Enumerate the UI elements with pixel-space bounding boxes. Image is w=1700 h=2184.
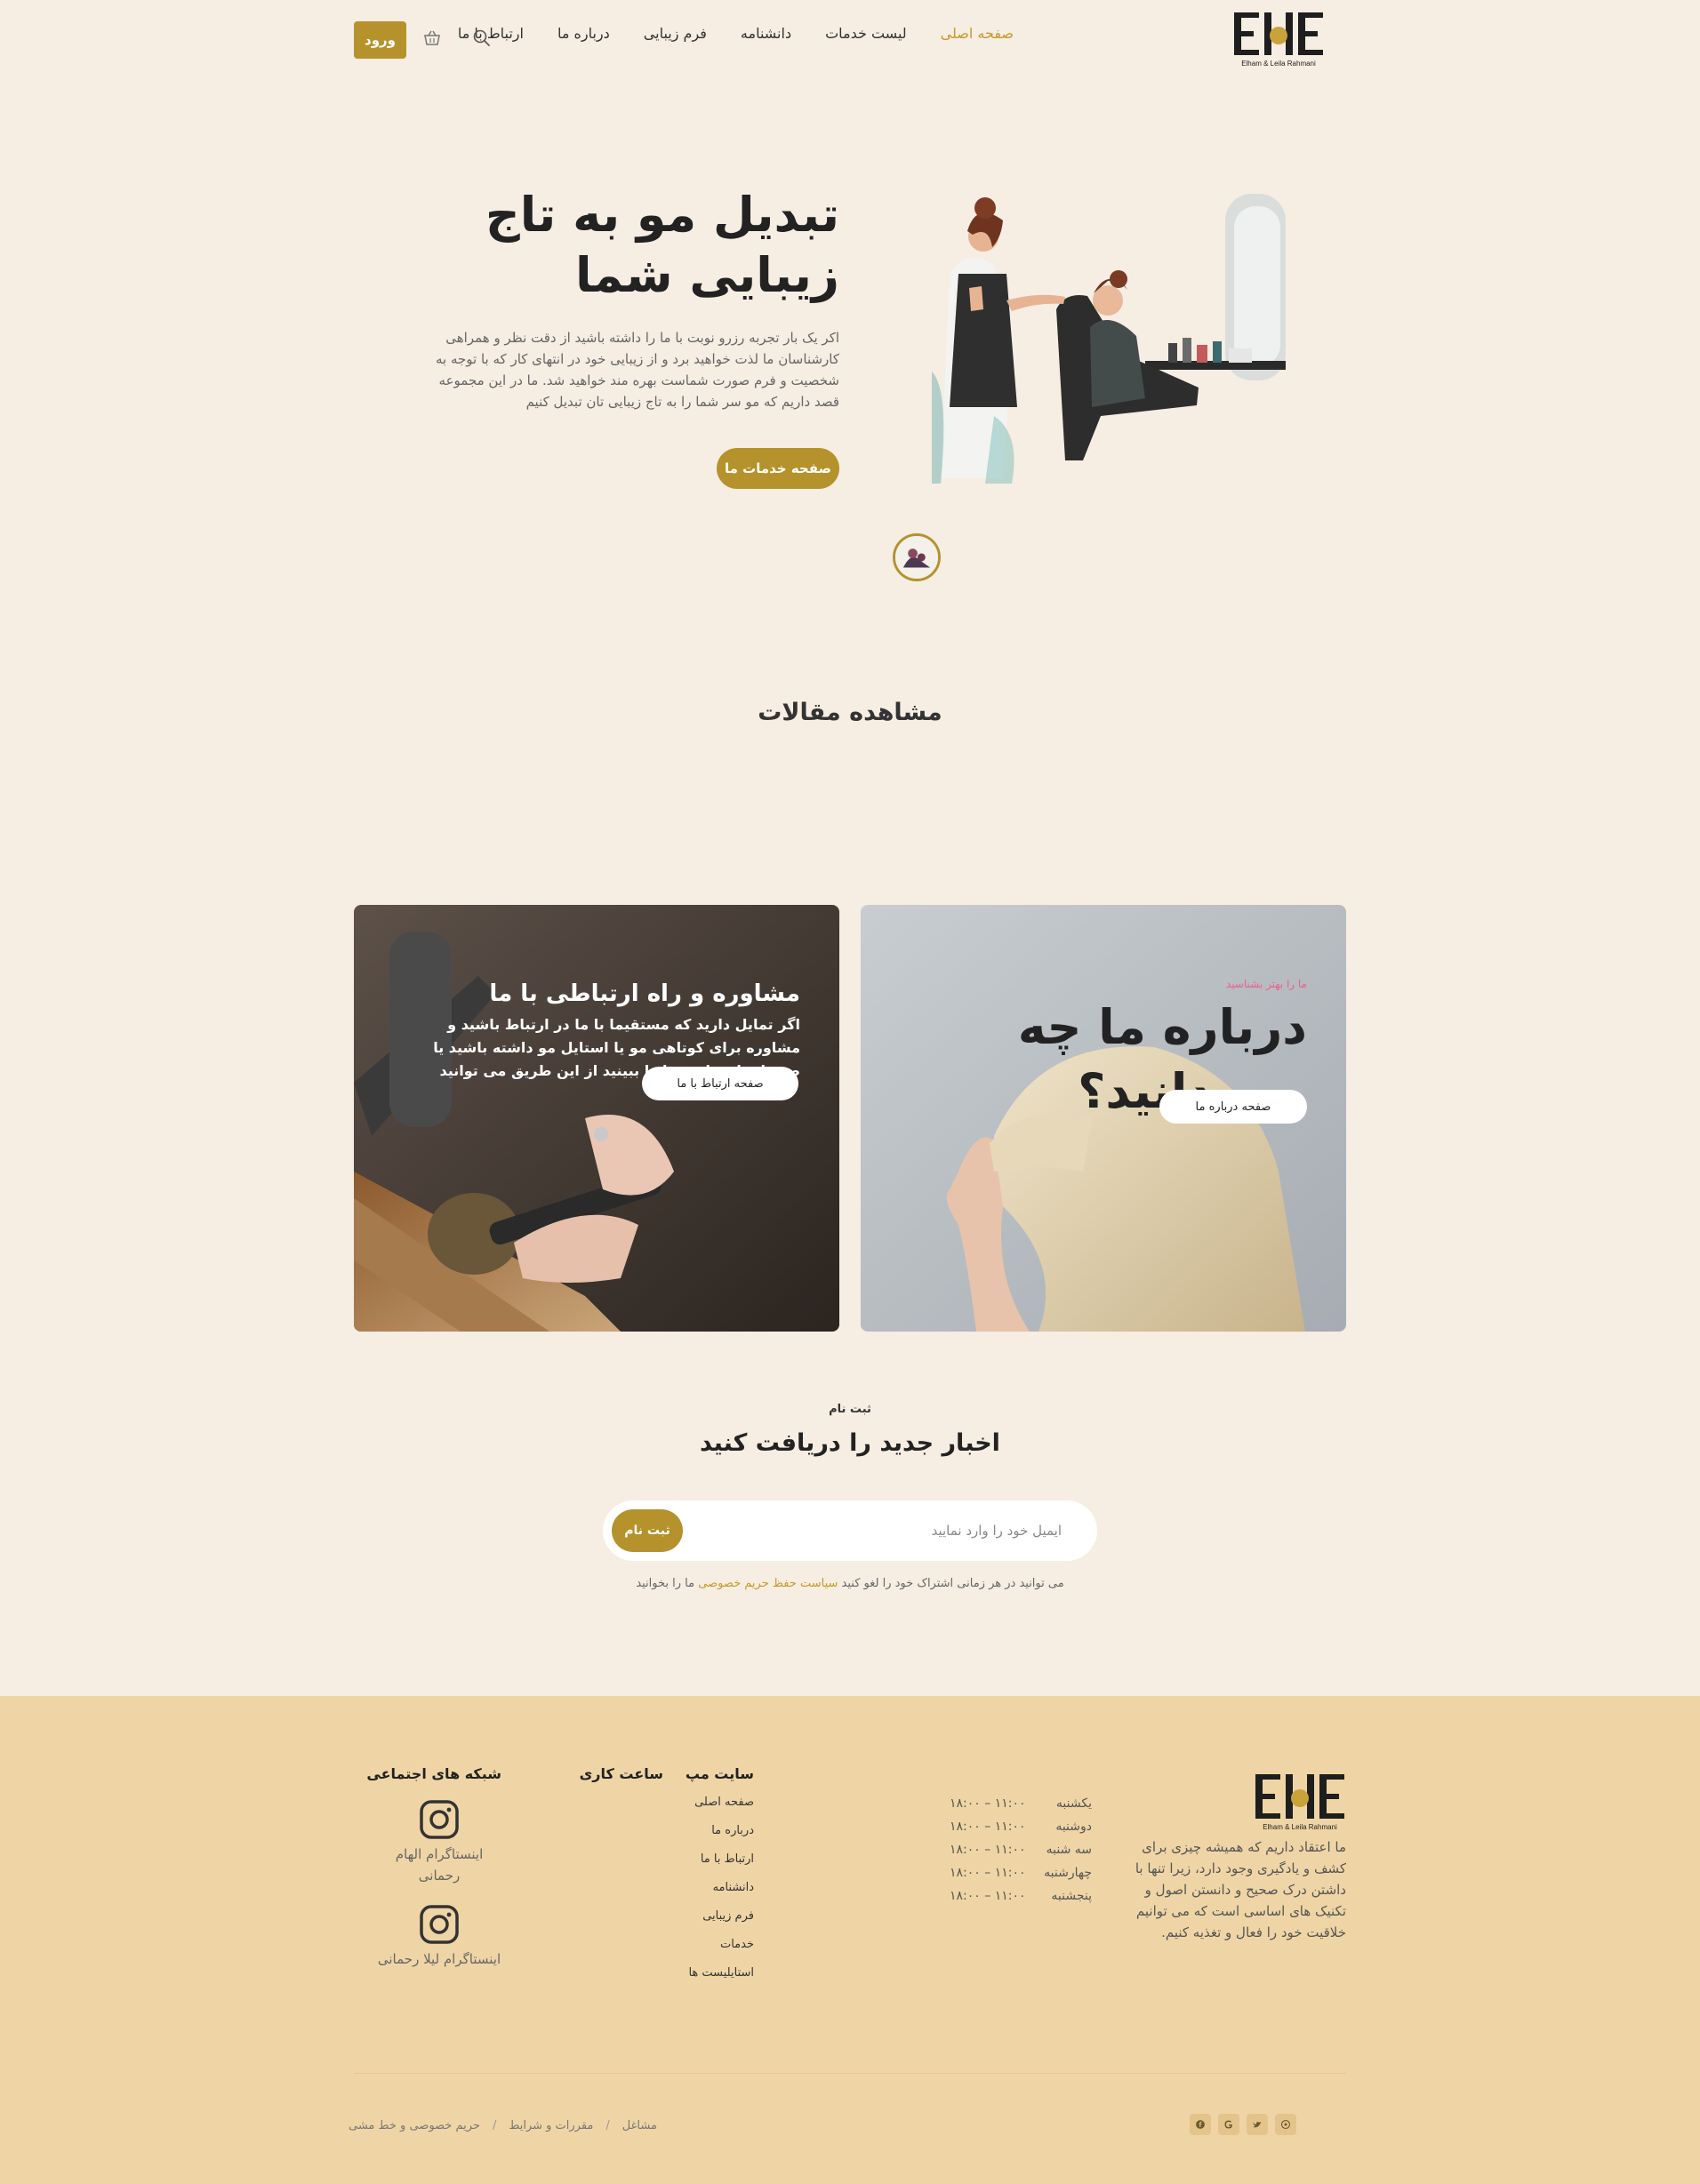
footer-hours-title: ساعت کاری [579,1765,663,1782]
footer-logo[interactable]: Elham & Leila Rahmani [1254,1771,1346,1833]
hero-illustration [932,194,1286,484]
privacy-policy-link[interactable]: سیاست حفظ حریم خصوصی [698,1577,838,1590]
instagram-leila[interactable]: اینستاگرام لیلا رحمانی [377,1904,501,1970]
footer-divider [354,2073,1346,2074]
separator: / [492,2119,497,2132]
sitemap-about[interactable]: درباره ما [647,1817,754,1845]
facebook-icon[interactable] [1190,2114,1211,2135]
hero-title: تبدیل مو به تاج زیبایی شما [466,185,839,306]
about-card-subtitle: ما را بهتر بشناسید [1225,978,1307,990]
footer-about-text: ما اعتقاد داریم که همیشه چیزی برای کشف و… [1135,1839,1346,1940]
site-footer: Elham & Leila Rahmani ما اعتقاد داریم که… [0,1696,1700,2184]
hours-day: سه شنبه [1046,1843,1092,1857]
contact-card-content: مشاوره و راه ارتباطی با ما اگر تمایل دار… [391,905,839,1083]
brand-logo[interactable]: Elham & Leila Rahmani [1232,9,1325,69]
nav-about[interactable]: درباره ما [557,25,610,42]
separator: / [605,2119,610,2132]
hours-row: دوشنبه ۱۱:۰۰ – ۱۸:۰۰ [950,1815,1092,1838]
hours-row: یکشنبه ۱۱:۰۰ – ۱۸:۰۰ [950,1792,1092,1815]
login-button[interactable]: ورود [354,21,406,59]
sitemap-encyclopedia[interactable]: دانشنامه [647,1874,754,1902]
sitemap-services[interactable]: خدمات [647,1931,754,1959]
hours-day: پنجشنبه [1051,1889,1092,1903]
newsletter-kicker: ثبت نام [829,1403,871,1416]
hours-day: چهارشنبه [1044,1866,1092,1880]
instagram-elham-label: اینستاگرام الهام رحمانی [395,1846,484,1884]
stylist-avatar[interactable] [893,533,941,581]
svg-text:Elham & Leila Rahmani: Elham & Leila Rahmani [1263,1823,1337,1831]
newsletter-form: ثبت نام [603,1500,1097,1561]
hero-title-line-1: تبدیل مو به تاج [485,187,839,243]
newsletter-note: می توانید در هر زمانی اشتراک خود را لغو … [0,1577,1700,1590]
footer-social-icons [1190,2114,1296,2135]
github-icon[interactable] [1275,2114,1296,2135]
hero-title-line-2: زیبایی شما [575,247,839,303]
hours-time: ۱۱:۰۰ – ۱۸:۰۰ [950,1820,1026,1834]
basket-icon[interactable] [421,28,443,49]
nav-services[interactable]: لیست خدمات [825,25,907,42]
newsletter-title: اخبار جدید را دریافت کنید [700,1429,1000,1457]
sitemap-contact[interactable]: ارتباط با ما [647,1845,754,1874]
footer-bottom-links: حریم خصوصی و خط مشی / مقررات و شرایط / م… [349,2119,657,2132]
hours-row: سه شنبه ۱۱:۰۰ – ۱۸:۰۰ [950,1838,1092,1861]
privacy-link[interactable]: حریم خصوصی و خط مشی [349,2119,480,2132]
sitemap-home[interactable]: صفحه اصلی [647,1788,754,1817]
instagram-leila-label: اینستاگرام لیلا رحمانی [377,1951,501,1967]
hero-description: اکر یک بار تجربه رزرو نوبت با ما را داشت… [436,330,839,410]
hours-day: دوشنبه [1055,1820,1092,1834]
hours-time: ۱۱:۰۰ – ۱۸:۰۰ [950,1796,1026,1811]
instagram-elham[interactable]: اینستاگرام الهام رحمانی [377,1799,501,1886]
hours-time: ۱۱:۰۰ – ۱۸:۰۰ [950,1866,1026,1880]
careers-link[interactable]: مشاغل [622,2119,657,2132]
google-icon[interactable] [1218,2114,1239,2135]
services-page-button[interactable]: صفحه خدمات ما [717,448,839,489]
footer-sitemap: صفحه اصلی درباره ما ارتباط با ما دانشنام… [647,1788,754,1988]
email-input[interactable] [795,1515,1062,1547]
contact-card-title: مشاوره و راه ارتباطی با ما [489,980,800,1007]
contact-card[interactable]: مشاوره و راه ارتباطی با ما اگر تمایل دار… [354,905,839,1332]
nav-beauty-form[interactable]: فرم زیبایی [644,25,707,42]
twitter-icon[interactable] [1247,2114,1268,2135]
newsletter-note-before: می توانید در هر زمانی اشتراک خود را لغو … [841,1577,1064,1590]
site-header: Elham & Leila Rahmani صفحه اصلی لیست خدم… [0,0,1700,80]
nav-encyclopedia[interactable]: دانشنامه [741,25,791,42]
hours-time: ۱۱:۰۰ – ۱۸:۰۰ [950,1843,1026,1857]
instagram-icon [420,1905,459,1944]
hours-row: چهارشنبه ۱۱:۰۰ – ۱۸:۰۰ [950,1861,1092,1884]
hours-time: ۱۱:۰۰ – ۱۸:۰۰ [950,1889,1026,1903]
hours-row: پنجشنبه ۱۱:۰۰ – ۱۸:۰۰ [950,1884,1092,1908]
search-icon[interactable] [471,28,493,49]
articles-section-title: مشاهده مقالات [758,699,942,726]
sitemap-stylists[interactable]: استایلیست ها [647,1959,754,1988]
about-page-button[interactable]: صفحه درباره ما [1159,1090,1307,1124]
nav-home[interactable]: صفحه اصلی [941,25,1014,42]
svg-text:Elham & Leila Rahmani: Elham & Leila Rahmani [1241,60,1316,68]
subscribe-button[interactable]: ثبت نام [612,1509,683,1552]
instagram-icon [420,1800,459,1839]
main-nav: صفحه اصلی لیست خدمات دانشنامه فرم زیبایی… [458,25,1014,42]
terms-link[interactable]: مقررات و شرایط [509,2119,593,2132]
sitemap-beauty-form[interactable]: فرم زیبایی [647,1902,754,1931]
footer-social-title: شبکه های اجتماعی [366,1765,501,1782]
footer-sitemap-title: سایت مپ [685,1765,754,1782]
about-card[interactable]: ما را بهتر بشناسید درباره ما چه می دانید… [861,905,1346,1332]
contact-page-button[interactable]: صفحه ارتباط با ما [642,1067,798,1100]
working-hours: یکشنبه ۱۱:۰۰ – ۱۸:۰۰ دوشنبه ۱۱:۰۰ – ۱۸:۰۰ … [950,1792,1092,1908]
newsletter-note-after: ما را بخوانید [636,1577,695,1590]
hours-day: یکشنبه [1055,1796,1092,1811]
footer-socials: اینستاگرام الهام رحمانی اینستاگرام لیلا … [377,1792,501,1970]
